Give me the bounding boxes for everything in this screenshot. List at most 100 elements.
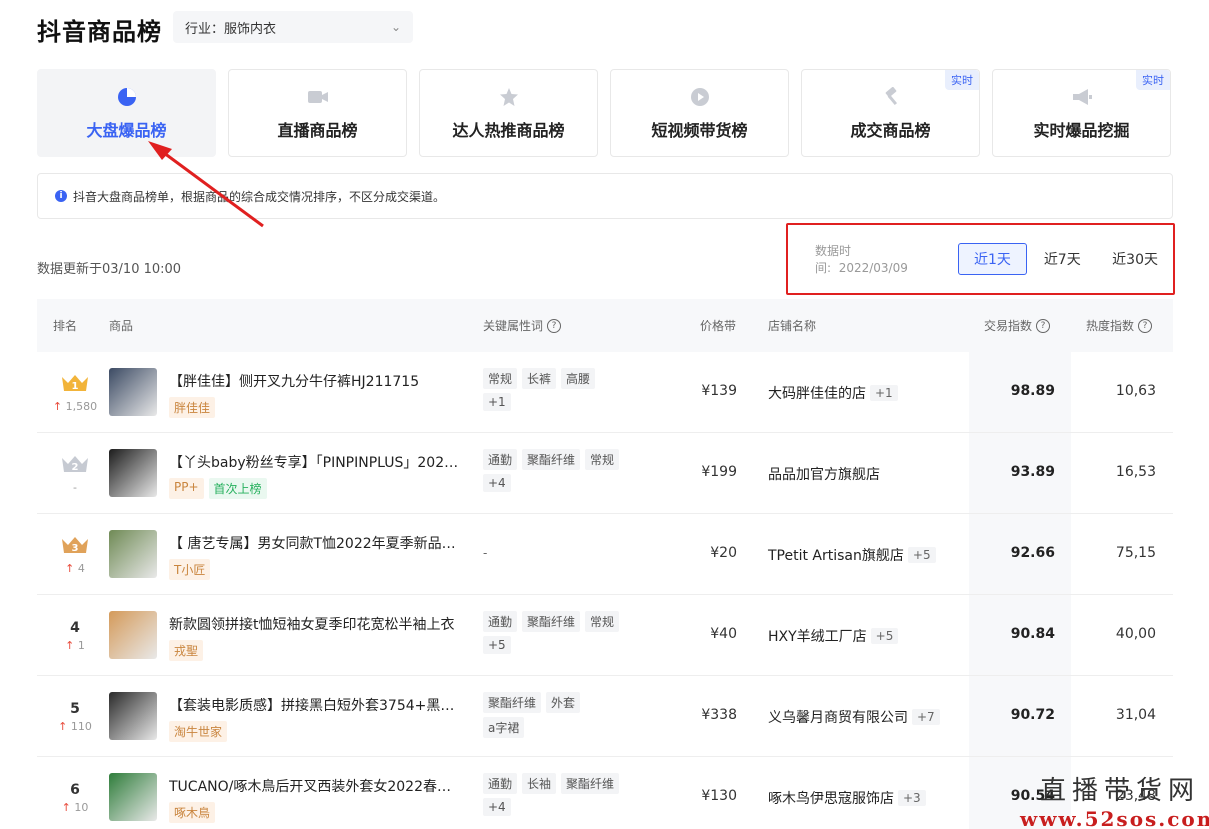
brand-tag[interactable]: 啄木鳥 — [169, 802, 216, 823]
shop-name[interactable]: HXY羊绒工厂店 +5 — [768, 626, 899, 646]
help-icon[interactable]: ? — [547, 318, 562, 333]
heat-index: 31,04 — [1115, 707, 1156, 723]
header-price: 价格带 — [700, 319, 737, 333]
rank-number: 4 — [70, 619, 80, 636]
table-row[interactable]: 3 ↑ 4 【 唐艺专属】男女同款T恤2022年夏季新品短袖 T小匠 - ¥20 … — [37, 514, 1173, 595]
product-name[interactable]: TUCANO/啄木鳥后开叉西装外套女2022春季新款 — [169, 776, 459, 796]
tab-label: 短视频带货榜 — [651, 121, 748, 140]
trade-index: 98.89 — [1010, 383, 1055, 399]
product-tags: T小匠 — [169, 559, 211, 580]
product-name[interactable]: 【套装电影质感】拼接黑白短外套3754+黑色半身裙 — [169, 695, 459, 715]
tab-hammer[interactable]: 实时 成交商品榜 — [801, 69, 980, 157]
arrow-up-icon: ↑ — [52, 399, 63, 413]
attribute-tag: 常规 — [585, 449, 620, 470]
megaphone-icon — [1071, 86, 1093, 108]
table-row[interactable]: 2- 【丫头baby粉丝专享】「PINPINPLUS」2022新款黑色休闲裤 P… — [37, 433, 1173, 514]
help-icon[interactable]: ? — [1138, 318, 1153, 333]
info-bar: i 抖音大盘商品榜单，根据商品的综合成交情况排序，不区分成交渠道。 — [37, 173, 1173, 219]
header-heat[interactable]: 热度指数? — [1086, 317, 1153, 334]
svg-text:1: 1 — [72, 381, 79, 392]
tab-pie-chart[interactable]: 大盘爆品榜 — [37, 69, 216, 157]
product-tags: PP+ 首次上榜 — [169, 478, 267, 499]
attribute-tag: 通勤 — [483, 611, 518, 632]
svg-text:3: 3 — [72, 543, 79, 554]
tab-video-camera[interactable]: 直播商品榜 — [228, 69, 407, 157]
video-camera-icon — [307, 86, 329, 108]
attribute-tag: 聚酯纤维 — [561, 773, 620, 794]
shop-more-badge[interactable]: +5 — [870, 628, 899, 644]
attribute-tags: 通勤 长袖 聚酯纤维 +4 — [483, 773, 623, 816]
product-thumbnail[interactable] — [109, 530, 157, 578]
rank-change: ↑ 1 — [65, 638, 85, 652]
arrow-up-icon: ↑ — [65, 561, 75, 575]
tab-play-circle[interactable]: 短视频带货榜 — [610, 69, 789, 157]
arrow-up-icon: ↑ — [65, 638, 75, 652]
star-badge-icon — [498, 86, 520, 108]
shop-name[interactable]: 大码胖佳佳的店 +1 — [768, 383, 898, 403]
range-7d-button[interactable]: 近7天 — [1027, 243, 1097, 275]
tab-megaphone[interactable]: 实时 实时爆品挖掘 — [992, 69, 1171, 157]
info-icon: i — [55, 190, 67, 202]
help-icon[interactable]: ? — [1036, 318, 1051, 333]
pie-chart-icon — [116, 86, 138, 108]
shop-name[interactable]: 啄木鸟伊思寇服饰店 +3 — [768, 788, 926, 808]
product-name[interactable]: 【丫头baby粉丝专享】「PINPINPLUS」2022新款黑色休闲裤 — [169, 452, 459, 472]
shop-name[interactable]: 品品加官方旗舰店 — [768, 464, 880, 484]
brand-tag[interactable]: 淘牛世家 — [169, 721, 228, 742]
product-name[interactable]: 【胖佳佳】侧开叉九分牛仔裤HJ211715 — [169, 371, 459, 391]
data-update-time: 数据更新于03/10 10:00 — [37, 262, 182, 277]
tab-star-badge[interactable]: 达人热推商品榜 — [419, 69, 598, 157]
rank-change: ↑ 1,580 — [52, 399, 98, 413]
time-filter: 数据时间: 2022/03/09 近1天 近7天 近30天 — [786, 223, 1175, 295]
trade-index: 92.66 — [1010, 545, 1055, 561]
attribute-tag: +4 — [483, 474, 511, 492]
product-thumbnail[interactable] — [109, 773, 157, 821]
page-title: 抖音商品榜 — [37, 18, 162, 46]
brand-tag[interactable]: PP+ — [169, 478, 204, 499]
info-text: 抖音大盘商品榜单，根据商品的综合成交情况排序，不区分成交渠道。 — [73, 189, 446, 204]
industry-select[interactable]: 行业：服饰内衣 ⌄ — [173, 11, 413, 43]
shop-name[interactable]: 义乌馨月商贸有限公司 +7 — [768, 707, 940, 727]
header-rank: 排名 — [53, 319, 78, 333]
rank-change: ↑ 110 — [58, 719, 92, 733]
brand-tag[interactable]: 胖佳佳 — [169, 397, 216, 418]
play-circle-icon — [689, 86, 711, 108]
tab-label: 达人热推商品榜 — [452, 121, 565, 140]
shop-name[interactable]: TPetit Artisan旗舰店 +5 — [768, 545, 936, 565]
watermark-title: 直播带货网 — [1039, 776, 1200, 806]
attribute-tag: 常规 — [585, 611, 620, 632]
heat-index: 75,15 — [1115, 545, 1156, 561]
price: ¥139 — [701, 383, 737, 399]
shop-more-badge[interactable]: +3 — [898, 790, 926, 806]
attribute-tags: 通勤 聚酯纤维 常规 +4 — [483, 449, 623, 492]
table-row[interactable]: 4 ↑ 1 新款圆领拼接t恤短袖女夏季印花宽松半袖上衣 戎聖 通勤 聚酯纤维 常规 +5… — [37, 595, 1173, 676]
header-trade[interactable]: 交易指数? — [984, 317, 1051, 334]
product-thumbnail[interactable] — [109, 692, 157, 740]
product-tags: 胖佳佳 — [169, 397, 216, 418]
header-product: 商品 — [109, 319, 134, 333]
attribute-tags: 常规 长裤 高腰 +1 — [483, 368, 623, 411]
product-thumbnail[interactable] — [109, 368, 157, 416]
brand-tag[interactable]: 戎聖 — [169, 640, 204, 661]
attribute-tag: 常规 — [483, 368, 518, 389]
shop-more-badge[interactable]: +1 — [870, 385, 898, 401]
shop-more-badge[interactable]: +5 — [907, 547, 936, 563]
rank-cell: 1 ↑ 1,580 — [47, 352, 103, 433]
shop-more-badge[interactable]: +7 — [912, 709, 940, 725]
product-thumbnail[interactable] — [109, 449, 157, 497]
range-30d-button[interactable]: 近30天 — [1097, 243, 1173, 275]
price: ¥338 — [701, 707, 737, 723]
table-row[interactable]: 5 ↑ 110 【套装电影质感】拼接黑白短外套3754+黑色半身裙 淘牛世家 聚酯… — [37, 676, 1173, 757]
rank-cell: 4 ↑ 1 — [47, 595, 103, 676]
product-name[interactable]: 新款圆领拼接t恤短袖女夏季印花宽松半袖上衣 — [169, 614, 459, 634]
ranking-tabs: 大盘爆品榜 直播商品榜达人热推商品榜 短视频带货榜 实时 成交商品榜 实时 实时爆品挖掘 — [37, 69, 1171, 157]
table-row[interactable]: 1 ↑ 1,580 【胖佳佳】侧开叉九分牛仔裤HJ211715 胖佳佳 常规 长裤高… — [37, 352, 1173, 433]
price: ¥199 — [701, 464, 737, 480]
table-row[interactable]: 6 ↑ 10 TUCANO/啄木鳥后开叉西装外套女2022春季新款 啄木鳥 通勤长… — [37, 757, 1173, 829]
range-1d-button[interactable]: 近1天 — [957, 243, 1028, 275]
brand-tag[interactable]: T小匠 — [169, 559, 211, 580]
product-name[interactable]: 【 唐艺专属】男女同款T恤2022年夏季新品短袖 — [169, 533, 459, 553]
product-thumbnail[interactable] — [109, 611, 157, 659]
price: ¥20 — [710, 545, 737, 561]
hammer-icon — [880, 86, 902, 108]
